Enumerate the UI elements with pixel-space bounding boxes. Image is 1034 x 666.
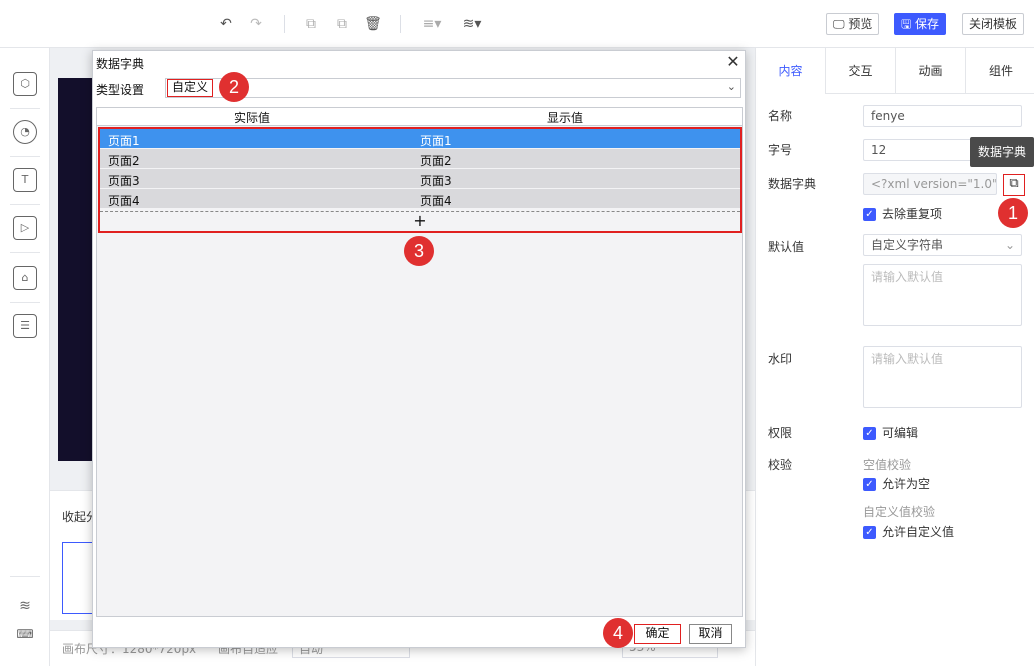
paste-icon[interactable]: ⧉ bbox=[332, 14, 352, 34]
check-icon: ✓ bbox=[863, 208, 876, 221]
dedupe-label: 去除重复项 bbox=[882, 207, 943, 221]
dialog-title: 数据字典 bbox=[96, 57, 145, 71]
cancel-button[interactable]: 取消 bbox=[689, 624, 732, 644]
data-dict-input: <?xml version="1.0" encoding bbox=[863, 173, 997, 195]
editable-label: 可编辑 bbox=[882, 426, 919, 440]
default-value-textarea[interactable]: 请输入默认值 bbox=[863, 264, 1022, 326]
default-value-text: 自定义字符串 bbox=[871, 238, 944, 252]
empty-check-label: 空值校验 bbox=[863, 458, 912, 472]
allow-empty-checkbox[interactable]: ✓ 允许为空 bbox=[863, 475, 930, 492]
table-header: 实际值 显示值 bbox=[97, 108, 742, 126]
tab-interaction[interactable]: 交互 bbox=[826, 48, 896, 94]
permission-label: 权限 bbox=[768, 426, 793, 440]
table-row[interactable]: 页面4 页面4 bbox=[100, 189, 740, 209]
redo-icon[interactable]: ↷ bbox=[246, 14, 266, 34]
copy-icon: ⧉ bbox=[1009, 176, 1019, 191]
sidebar-divider bbox=[10, 252, 40, 253]
table-rows-highlight: 页面1 页面1 ✖ 页面2 页面2 页面3 页面3 页面4 页面4 + bbox=[98, 127, 742, 233]
align-icon[interactable]: ≡▾ bbox=[418, 14, 446, 34]
copy-icon[interactable]: ⧉ bbox=[301, 14, 321, 34]
table-icon[interactable]: ☰ bbox=[13, 314, 37, 338]
cell-actual[interactable]: 页面3 bbox=[108, 172, 140, 189]
data-dict-label: 数据字典 bbox=[768, 177, 817, 191]
delete-icon[interactable]: 🗑 bbox=[363, 14, 383, 34]
chart-icon[interactable]: ◔ bbox=[13, 120, 37, 144]
check-icon: ✓ bbox=[863, 526, 876, 539]
data-dict-dialog: 数据字典 ✕ 类型设置 自定义 ⌄ 实际值 显示值 页面1 页面1 ✖ 页面2 … bbox=[92, 50, 746, 648]
close-template-button[interactable]: 关闭模板 bbox=[962, 13, 1025, 35]
data-dict-button[interactable]: ⧉ bbox=[1003, 174, 1025, 196]
save-button[interactable]: 🖫 保存 bbox=[894, 13, 947, 35]
page-thumbnail[interactable] bbox=[62, 542, 94, 614]
type-value: 自定义 bbox=[167, 79, 214, 97]
chevron-down-icon: ⌄ bbox=[1004, 238, 1015, 252]
check-icon: ✓ bbox=[863, 427, 876, 440]
allow-custom-checkbox[interactable]: ✓ 允许自定义值 bbox=[863, 523, 954, 540]
col-actual-header: 实际值 bbox=[234, 111, 271, 125]
left-sidebar: ⬡ ◔ T ▷ ⌂ ☰ ≋ ⌨ bbox=[0, 48, 50, 666]
step-badge-2: 2 bbox=[219, 72, 249, 102]
cell-display[interactable]: 页面1 bbox=[420, 132, 452, 149]
cell-display[interactable]: 页面2 bbox=[420, 152, 452, 169]
close-icon[interactable]: ✕ bbox=[725, 52, 741, 71]
keyboard-icon[interactable]: ⌨ bbox=[13, 624, 37, 648]
dedupe-checkbox[interactable]: ✓ 去除重复项 bbox=[863, 205, 942, 222]
sidebar-divider bbox=[10, 108, 40, 109]
editable-checkbox[interactable]: ✓ 可编辑 bbox=[863, 424, 918, 441]
step-badge-3: 3 bbox=[404, 236, 434, 266]
data-dict-tooltip: 数据字典 bbox=[970, 137, 1034, 167]
custom-check-label: 自定义值校验 bbox=[863, 505, 936, 519]
cell-actual[interactable]: 页面4 bbox=[108, 192, 140, 209]
tab-animation[interactable]: 动画 bbox=[896, 48, 966, 94]
table-row[interactable]: 页面2 页面2 bbox=[100, 149, 740, 169]
default-value-select[interactable]: 自定义字符串 ⌄ bbox=[863, 234, 1022, 256]
layer-icon[interactable]: ≋▾ bbox=[458, 14, 486, 34]
table-row[interactable]: 页面1 页面1 ✖ bbox=[100, 129, 740, 149]
layers-icon[interactable]: ≋ bbox=[13, 596, 37, 620]
cell-display[interactable]: 页面3 bbox=[420, 172, 452, 189]
name-input[interactable]: fenye bbox=[863, 105, 1022, 127]
add-row-button[interactable]: + bbox=[100, 211, 740, 231]
dict-table: 实际值 显示值 页面1 页面1 ✖ 页面2 页面2 页面3 页面3 页面4 页面… bbox=[96, 107, 743, 617]
allow-custom-label: 允许自定义值 bbox=[882, 525, 955, 539]
col-display-header: 显示值 bbox=[547, 111, 584, 125]
tab-content[interactable]: 内容 bbox=[756, 48, 826, 94]
cell-actual[interactable]: 页面2 bbox=[108, 152, 140, 169]
preview-button[interactable]: 🖵 预览 bbox=[826, 13, 880, 35]
text-icon[interactable]: T bbox=[13, 168, 37, 192]
name-label: 名称 bbox=[768, 109, 793, 123]
cell-display[interactable]: 页面4 bbox=[420, 192, 452, 209]
cube-icon[interactable]: ⬡ bbox=[13, 72, 37, 96]
tab-component[interactable]: 组件 bbox=[966, 48, 1034, 94]
step-badge-4: 4 bbox=[603, 618, 633, 648]
type-select[interactable]: 自定义 ⌄ bbox=[165, 78, 741, 98]
sidebar-divider bbox=[10, 576, 40, 577]
table-row[interactable]: 页面3 页面3 bbox=[100, 169, 740, 189]
watermark-label: 水印 bbox=[768, 352, 793, 366]
validation-label: 校验 bbox=[768, 458, 793, 472]
type-setting-label: 类型设置 bbox=[96, 83, 145, 97]
check-icon: ✓ bbox=[863, 478, 876, 491]
delete-row-icon[interactable]: ✖ bbox=[726, 132, 734, 143]
panel-tabs: 内容 交互 动画 组件 bbox=[756, 48, 1034, 94]
step-badge-1: 1 bbox=[998, 198, 1028, 228]
chevron-down-icon: ⌄ bbox=[726, 80, 736, 93]
ok-button[interactable]: 确定 bbox=[634, 624, 681, 644]
sidebar-divider bbox=[10, 204, 40, 205]
cell-actual[interactable]: 页面1 bbox=[108, 132, 140, 149]
top-toolbar: ↶ ↷ ⧉ ⧉ 🗑 ≡▾ ≋▾ 🖵 预览 🖫 保存 关闭模板 bbox=[0, 0, 1034, 48]
watermark-textarea[interactable]: 请输入默认值 bbox=[863, 346, 1022, 408]
save-label: 保存 bbox=[915, 17, 940, 31]
font-size-label: 字号 bbox=[768, 143, 793, 157]
toolbar-divider bbox=[400, 15, 401, 33]
toolbar-divider bbox=[284, 15, 285, 33]
sidebar-divider bbox=[10, 156, 40, 157]
sidebar-divider bbox=[10, 302, 40, 303]
default-value-label: 默认值 bbox=[768, 240, 805, 254]
inbox-icon[interactable]: ⌂ bbox=[13, 266, 37, 290]
undo-icon[interactable]: ↶ bbox=[216, 14, 236, 34]
preview-label: 预览 bbox=[848, 17, 873, 31]
allow-empty-label: 允许为空 bbox=[882, 477, 931, 491]
video-icon[interactable]: ▷ bbox=[13, 216, 37, 240]
